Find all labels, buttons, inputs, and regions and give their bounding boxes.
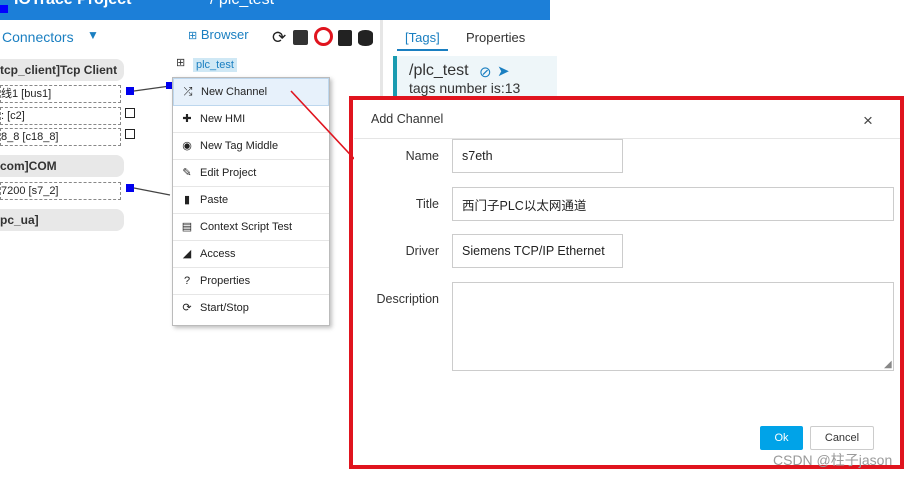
compass-icon: ◉ [182,140,192,152]
menu-item-label: Start/Stop [200,302,249,314]
menu-item-label: Paste [200,194,229,206]
sync-icon: ⟳ [182,302,192,314]
share-icon[interactable] [292,30,308,45]
browser-label: Browser [200,27,249,42]
browser-toolbar: ⟳ [272,27,374,48]
shuffle-icon: ⤮ [183,86,193,98]
connector-group-label: com]COM [0,159,57,173]
pencil-icon: ✎ [182,167,192,179]
menu-item-label: Edit Project [200,167,257,179]
description-label: Description [376,292,439,306]
menu-item-label: New Channel [201,86,268,98]
footer-divider [354,412,901,413]
tab-properties[interactable]: Properties [466,27,525,49]
menu-item-label: New HMI [200,113,246,125]
database-icon[interactable] [358,30,374,46]
connector-item[interactable]: 7200 [s7_2] [0,182,121,200]
clipboard-icon: ▮ [183,194,191,206]
connector-item[interactable]: 线1 [bus1] [0,85,121,103]
project-path: / plc_test [210,0,274,9]
app-logo-square [0,5,8,13]
cancel-button[interactable]: Cancel [810,426,874,450]
connector-group-com[interactable]: com]COM [0,155,124,177]
project-title: IOTrace Project [14,0,131,9]
watermark: CSDN @柱子jason [773,452,893,468]
menu-item-context-script-test[interactable]: ▤ Context Script Test [173,214,329,241]
sitemap-icon: ⊞ [176,57,186,69]
connectors-menu[interactable]: Connectors [2,29,74,45]
name-label: Name [405,149,439,163]
menu-item-access[interactable]: ◢ Access [173,241,329,268]
menu-item-label: Context Script Test [200,221,293,233]
connector-group-opc-ua[interactable]: pc_ua] [0,209,124,231]
puzzle-icon: ✚ [182,113,192,125]
list-icon: ▤ [181,221,193,233]
connector-group-tcp-client[interactable]: tcp_client]Tcp Client [0,59,124,81]
resize-handle-icon[interactable]: ◢ [884,359,892,370]
connector-group-label: pc_ua] [0,213,39,227]
menu-item-start-stop[interactable]: ⟳ Start/Stop [173,295,329,321]
menu-item-label: New Tag Middle [200,140,279,152]
connector-item[interactable]: 8_8 [c18_8] [0,128,121,146]
close-icon[interactable]: × [863,111,873,131]
title-label: Title [415,197,439,211]
side-title: /plc_test [409,62,469,79]
connector-group-label: tcp_client]Tcp Client [0,63,118,77]
add-channel-dialog: Add Channel × Name s7eth Title 西门子PLC以太网… [354,100,901,462]
ok-button[interactable]: Ok [760,426,803,450]
tree-node-plc-test[interactable]: plc_test [193,58,237,72]
name-field[interactable]: s7eth [452,139,623,173]
tags-count: tags number is:13 [409,80,521,96]
tags-summary-card: /plc_test ⊘ ➤ tags number is:13 [393,56,557,100]
browser-link[interactable]: ⊞ Browser [188,27,249,42]
connector-item[interactable]: : [c2] [0,107,121,125]
dialog-header: Add Channel × [354,100,901,139]
sitemap-icon: ⊞ [188,30,198,42]
power-icon[interactable] [313,27,333,46]
paper-plane-icon[interactable]: ➤ [497,62,510,80]
menu-item-label: Properties [200,275,251,287]
description-textarea[interactable] [452,282,894,371]
app-header: IOTrace Project / plc_test [0,0,550,20]
driver-select[interactable]: Siemens TCP/IP Ethernet [452,234,623,268]
book-icon[interactable] [338,30,353,46]
chevron-down-icon[interactable]: ▼ [87,28,99,42]
title-field[interactable]: 西门子PLC以太网通道 [452,187,894,221]
tab-tags[interactable]: [Tags] [397,27,448,51]
menu-item-properties[interactable]: ? Properties [173,268,329,295]
send-icon: ◢ [182,248,192,260]
dialog-title: Add Channel [371,112,444,126]
question-icon: ? [183,275,191,287]
attach-icon[interactable]: ⊘ [479,63,492,81]
driver-label: Driver [405,244,439,258]
menu-item-label: Access [200,248,236,260]
refresh-icon[interactable]: ⟳ [272,28,287,47]
